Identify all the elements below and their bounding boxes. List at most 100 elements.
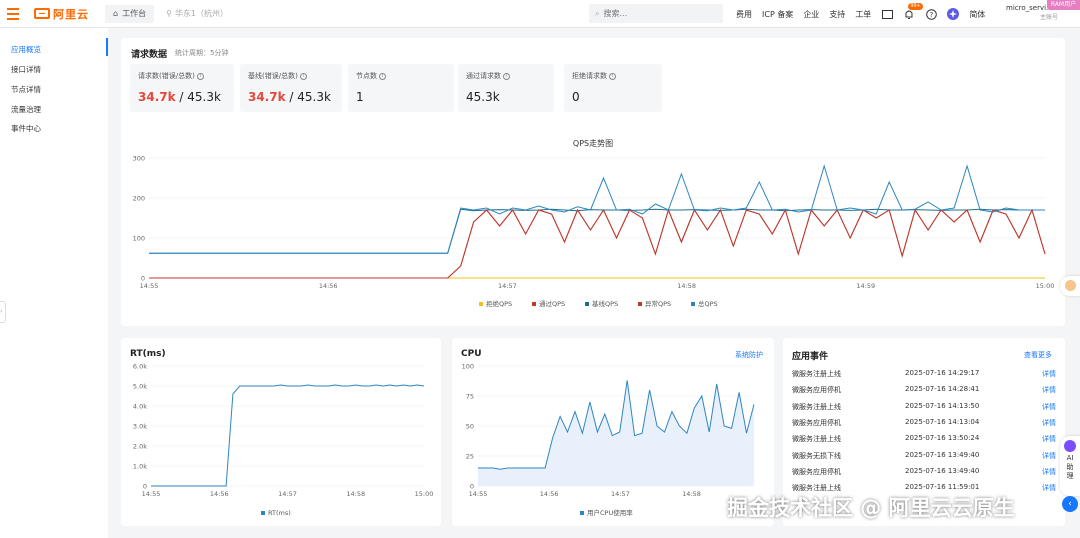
sidebar-active-indicator [106, 38, 108, 56]
ai-assistant-label: AI助理 [1066, 454, 1074, 480]
x-tick-label: 14:56 [540, 490, 559, 498]
series-line-3 [149, 208, 1046, 279]
menu-icon[interactable] [2, 0, 24, 28]
legend-swatch [580, 511, 584, 515]
event-name: 微服务注册上线 [792, 402, 841, 411]
event-detail-link[interactable]: 详情 [1042, 418, 1056, 428]
stat-label: 基线(错误/总数) [248, 72, 298, 80]
sidebar-item-event-center[interactable]: 事件中心 [11, 123, 41, 134]
language-switch[interactable]: 简体 [969, 9, 985, 20]
stat-label: 节点数 [356, 72, 377, 80]
search-input[interactable] [603, 9, 704, 18]
legend-label[interactable]: 拒绝QPS [486, 299, 512, 308]
y-tick-label: 6.0k [133, 363, 147, 371]
screen-icon[interactable] [881, 8, 893, 20]
app-events-title: 应用事件 [792, 352, 829, 362]
x-tick-label: 15:00 [1036, 282, 1055, 290]
bell-icon[interactable]: 99+ [903, 3, 923, 20]
system-protection-link[interactable]: 系统防护 [735, 350, 763, 360]
legend-swatch [638, 302, 642, 306]
event-detail-link[interactable]: 详情 [1042, 402, 1056, 412]
assistant-icon[interactable] [947, 8, 960, 20]
legend-label[interactable]: 基线QPS [592, 299, 618, 308]
request-data-title: 请求数据 [131, 50, 168, 60]
legend-label[interactable]: 总QPS [698, 299, 718, 308]
nav-link-icp[interactable]: ICP 备案 [762, 9, 793, 20]
event-time: 2025-07-16 14:28:41 [905, 385, 980, 394]
sidebar-item-node-details[interactable]: 节点详情 [11, 84, 41, 95]
stat-total-value: / 45.3k [179, 90, 221, 104]
event-row: 微服务无损下线 2025-07-16 13:49:40 详情 [792, 451, 1060, 467]
y-tick-label: 100 [462, 363, 474, 371]
stat-period: 统计周期：5分钟 [175, 49, 229, 57]
search-box[interactable]: ⌕ [589, 4, 723, 23]
view-more-link[interactable]: 查看更多 [1024, 350, 1052, 360]
y-tick-label: 2.0k [133, 443, 147, 451]
y-tick-label: 5.0k [133, 383, 147, 391]
legend-label[interactable]: RT(ms) [268, 509, 291, 517]
stat-total-value: 0 [572, 90, 580, 104]
region-selector[interactable]: ⚲ 华东1（杭州） [166, 8, 228, 19]
float-help-button[interactable] [1060, 276, 1080, 296]
collapse-arrow-icon[interactable]: ‹ [1062, 496, 1078, 512]
event-row: 微服务应用停机 2025-07-16 14:28:41 详情 [792, 385, 1060, 401]
event-time: 2025-07-16 14:29:17 [905, 369, 980, 377]
event-time: 2025-07-16 13:49:40 [905, 450, 980, 459]
info-icon[interactable]: i [503, 72, 510, 80]
event-detail-link[interactable]: 详情 [1042, 483, 1056, 493]
y-tick-label: 300 [133, 155, 145, 163]
event-detail-link[interactable]: 详情 [1042, 434, 1056, 444]
event-detail-link[interactable]: 详情 [1042, 369, 1056, 379]
event-detail-link[interactable]: 详情 [1042, 451, 1056, 461]
event-detail-link[interactable]: 详情 [1042, 385, 1056, 395]
stat-error-value: 34.7k [138, 90, 176, 104]
nav-link-support[interactable]: 支持 [829, 9, 845, 20]
x-tick-label: 15:00 [415, 490, 434, 498]
legend-swatch [691, 302, 695, 306]
y-tick-label: 200 [133, 195, 145, 203]
stat-label: 拒绝请求数 [572, 72, 607, 80]
cpu-chart: 025507510014:55 14:56 14:57 14:58用户CPU使用率 [462, 363, 755, 517]
x-tick-label: 14:56 [319, 282, 338, 290]
event-row: 微服务应用停机 2025-07-16 14:13:04 详情 [792, 418, 1060, 434]
stat-card-baseline: 基线(错误/总数) i 34.7k / 45.3k [240, 64, 342, 112]
user-subtitle: 主账号 [1039, 14, 1058, 21]
event-row: 微服务注册上线 2025-07-16 13:50:24 详情 [792, 434, 1060, 450]
sidebar-item-app-overview[interactable]: 应用概览 [11, 44, 41, 55]
ai-assistant-button[interactable]: AI助理 [1060, 436, 1080, 496]
info-icon[interactable]: i [299, 72, 307, 80]
x-tick-label: 14:56 [210, 490, 229, 498]
event-name: 微服务注册上线 [792, 370, 841, 378]
event-row: 微服务应用停机 2025-07-16 13:49:40 详情 [792, 467, 1060, 483]
event-detail-link[interactable]: 详情 [1042, 467, 1056, 477]
info-icon[interactable]: i [379, 72, 386, 80]
rt-chart: 01.0k2.0k3.0k4.0k5.0k6.0k14:55 14:56 14:57… [133, 363, 434, 518]
nav-link-ticket[interactable]: 工单 [855, 9, 871, 20]
search-icon: ⌕ [595, 8, 600, 18]
help-icon[interactable]: ? [925, 8, 937, 20]
stat-total-value: 45.3k [466, 90, 500, 104]
nav-link-enterprise[interactable]: 企业 [803, 9, 819, 20]
sidebar-item-traffic-governance[interactable]: 流量治理 [11, 104, 41, 115]
logo[interactable]: 阿里云 [34, 6, 89, 22]
legend-swatch [532, 302, 536, 306]
nav-link-billing[interactable]: 费用 [736, 9, 752, 20]
legend-label[interactable]: 用户CPU使用率 [587, 508, 633, 517]
event-name: 微服务注册上线 [792, 435, 841, 444]
info-icon[interactable]: i [609, 72, 616, 80]
info-icon[interactable]: i [196, 72, 204, 80]
stat-card-rejected: 拒绝请求数 i 0 [564, 64, 662, 112]
y-tick-label: 75 [466, 393, 474, 401]
sidebar-collapse-icon[interactable]: › [0, 301, 6, 323]
event-name: 微服务应用停机 [792, 418, 841, 427]
stat-total-value: / 45.3k [289, 90, 331, 104]
legend-label[interactable]: 通过QPS [539, 299, 565, 308]
legend-label[interactable]: 异常QPS [645, 299, 671, 308]
event-time: 2025-07-16 14:13:50 [905, 401, 980, 410]
workspace-tab[interactable]: ⌂ 工作台 [105, 4, 155, 23]
stat-card-nodes: 节点数 i 1 [348, 64, 454, 112]
event-name: 微服务应用停机 [792, 467, 841, 476]
x-tick-label: 14:59 [856, 282, 875, 290]
sidebar-item-api-details[interactable]: 接口详情 [11, 64, 41, 75]
region-label: 华东1（杭州） [174, 9, 229, 18]
